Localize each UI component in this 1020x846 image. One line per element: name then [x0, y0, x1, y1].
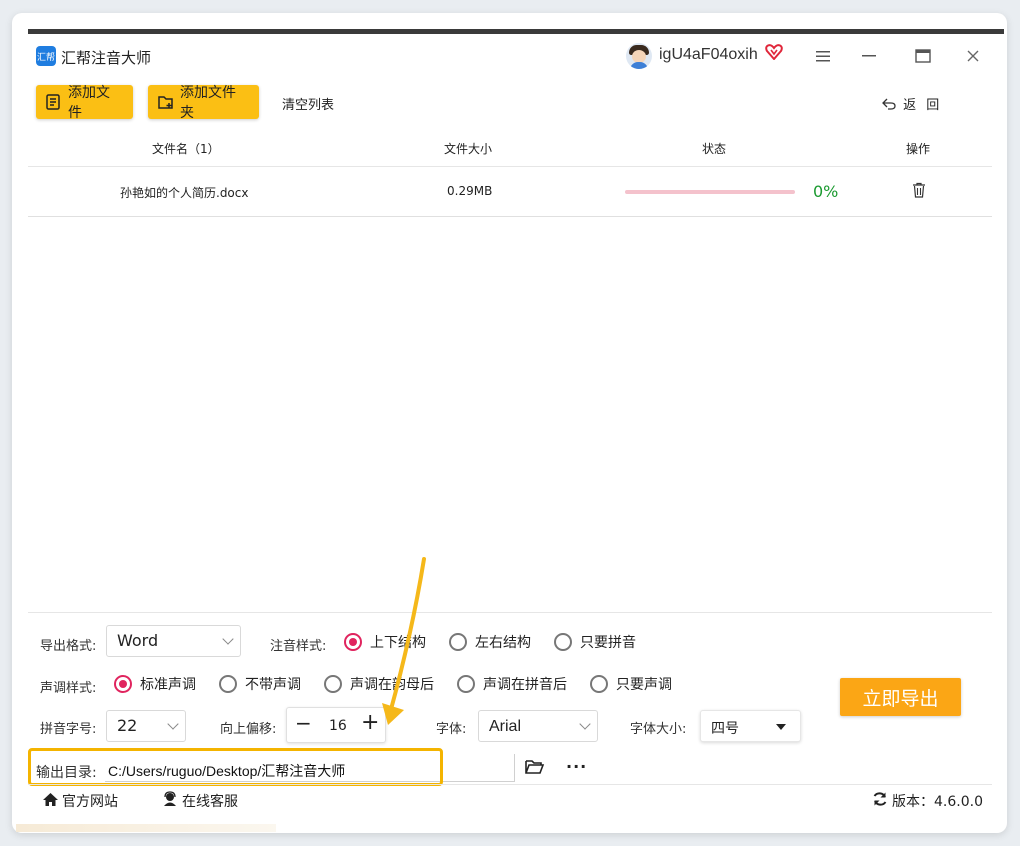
font-label: 字体:: [436, 722, 467, 737]
vip-heart-icon[interactable]: [765, 44, 783, 65]
offset-label: 向上偏移:: [220, 722, 277, 737]
tone-style-label: 声调样式:: [40, 681, 97, 696]
back-arrow-icon: [882, 98, 903, 113]
back-button[interactable]: 返 回: [882, 94, 942, 113]
offset-value: 16: [329, 718, 347, 734]
annotation-style-label: 注音样式:: [270, 639, 327, 654]
file-name: 孙艳如的个人简历.docx: [120, 186, 249, 200]
version-info[interactable]: 版本：4.6.0.0: [872, 791, 983, 811]
refresh-icon: [872, 791, 888, 811]
app-window: 汇帮 汇帮注音大师 igU4aF04oxih 添加文件 添加文件夹 清空列表 返…: [12, 13, 1007, 833]
radio-tone-only[interactable]: 只要声调: [590, 674, 672, 694]
progress-percent: 0%: [813, 182, 839, 201]
font-size-label: 字体大小:: [630, 722, 687, 737]
export-format-select[interactable]: Word: [106, 625, 241, 657]
file-table-header: 文件名（1） 文件大小 状态 操作: [28, 129, 992, 167]
progress-bar: [625, 190, 795, 194]
online-support-link[interactable]: 在线客服: [162, 791, 238, 811]
window-top-border: [28, 29, 1004, 34]
close-icon[interactable]: [958, 41, 988, 71]
radio-tone-none[interactable]: 不带声调: [219, 674, 301, 694]
add-file-label: 添加文件: [68, 85, 110, 121]
caret-down-icon: [776, 724, 786, 730]
add-folder-icon: [158, 94, 174, 110]
radio-tone-standard[interactable]: 标准声调: [114, 674, 196, 694]
footer-divider: [28, 784, 992, 785]
settings-divider: [28, 612, 992, 613]
version-label: 版本：4.6.0.0: [892, 794, 983, 810]
user-avatar[interactable]: [626, 43, 652, 69]
official-website-label: 官方网站: [62, 794, 118, 810]
chevron-down-icon: [167, 718, 179, 730]
bottom-shadow-strip: [16, 824, 276, 832]
add-file-button[interactable]: 添加文件: [36, 85, 133, 121]
file-size: 0.29MB: [447, 184, 493, 198]
add-folder-button[interactable]: 添加文件夹: [148, 85, 259, 121]
export-format-value: Word: [117, 631, 159, 650]
more-options-icon[interactable]: ···: [566, 757, 587, 776]
font-size-select[interactable]: 四号: [700, 710, 801, 742]
minus-icon[interactable]: −: [295, 711, 312, 735]
app-title: 汇帮注音大师: [61, 49, 152, 67]
maximize-icon[interactable]: [908, 41, 938, 71]
menu-icon[interactable]: [808, 41, 838, 71]
folder-open-icon[interactable]: [525, 759, 545, 779]
pinyin-size-value: 22: [117, 716, 138, 735]
export-now-button[interactable]: 立即导出: [840, 678, 961, 716]
username[interactable]: igU4aF04oxih: [659, 46, 758, 64]
support-agent-icon: [162, 791, 178, 811]
toolbar: 添加文件 添加文件夹 清空列表 返 回: [12, 85, 1007, 125]
radio-annotation-updown[interactable]: 上下结构: [344, 632, 426, 652]
online-support-label: 在线客服: [182, 794, 238, 810]
output-dir-value: C:/Users/ruguo/Desktop/汇帮注音大师: [108, 763, 346, 779]
add-folder-label: 添加文件夹: [180, 85, 236, 121]
minimize-icon[interactable]: [854, 41, 884, 71]
header-filesize: 文件大小: [444, 142, 493, 156]
radio-annotation-leftright[interactable]: 左右结构: [449, 632, 531, 652]
chevron-down-icon: [222, 633, 234, 645]
official-website-link[interactable]: 官方网站: [42, 791, 118, 811]
app-logo-icon: 汇帮: [36, 46, 56, 66]
pinyin-size-label: 拼音字号:: [40, 722, 97, 737]
radio-tone-after-pinyin[interactable]: 声调在拼音后: [457, 674, 567, 694]
font-size-value: 四号: [711, 721, 739, 737]
header-status: 状态: [702, 142, 727, 156]
chevron-down-icon: [579, 718, 591, 730]
header-filename: 文件名（1）: [152, 142, 220, 156]
export-format-label: 导出格式:: [40, 639, 97, 654]
back-label: 返 回: [903, 98, 943, 113]
pinyin-size-select[interactable]: 22: [106, 710, 186, 742]
output-dir-label: 输出目录:: [36, 765, 97, 781]
font-select[interactable]: Arial: [478, 710, 598, 742]
plus-icon[interactable]: +: [361, 710, 379, 735]
title-bar: 汇帮 汇帮注音大师 igU4aF04oxih: [12, 35, 1007, 77]
header-action: 操作: [906, 142, 931, 156]
home-icon: [42, 792, 59, 811]
radio-tone-after-vowel[interactable]: 声调在韵母后: [324, 674, 434, 694]
radio-annotation-pinyin-only[interactable]: 只要拼音: [554, 632, 636, 652]
table-row[interactable]: 孙艳如的个人简历.docx 0.29MB 0%: [28, 167, 992, 217]
font-value: Arial: [489, 718, 522, 735]
offset-stepper[interactable]: − 16 +: [286, 707, 386, 743]
clear-list-button[interactable]: 清空列表: [282, 94, 334, 113]
add-file-icon: [46, 94, 62, 110]
delete-icon[interactable]: [912, 182, 926, 198]
